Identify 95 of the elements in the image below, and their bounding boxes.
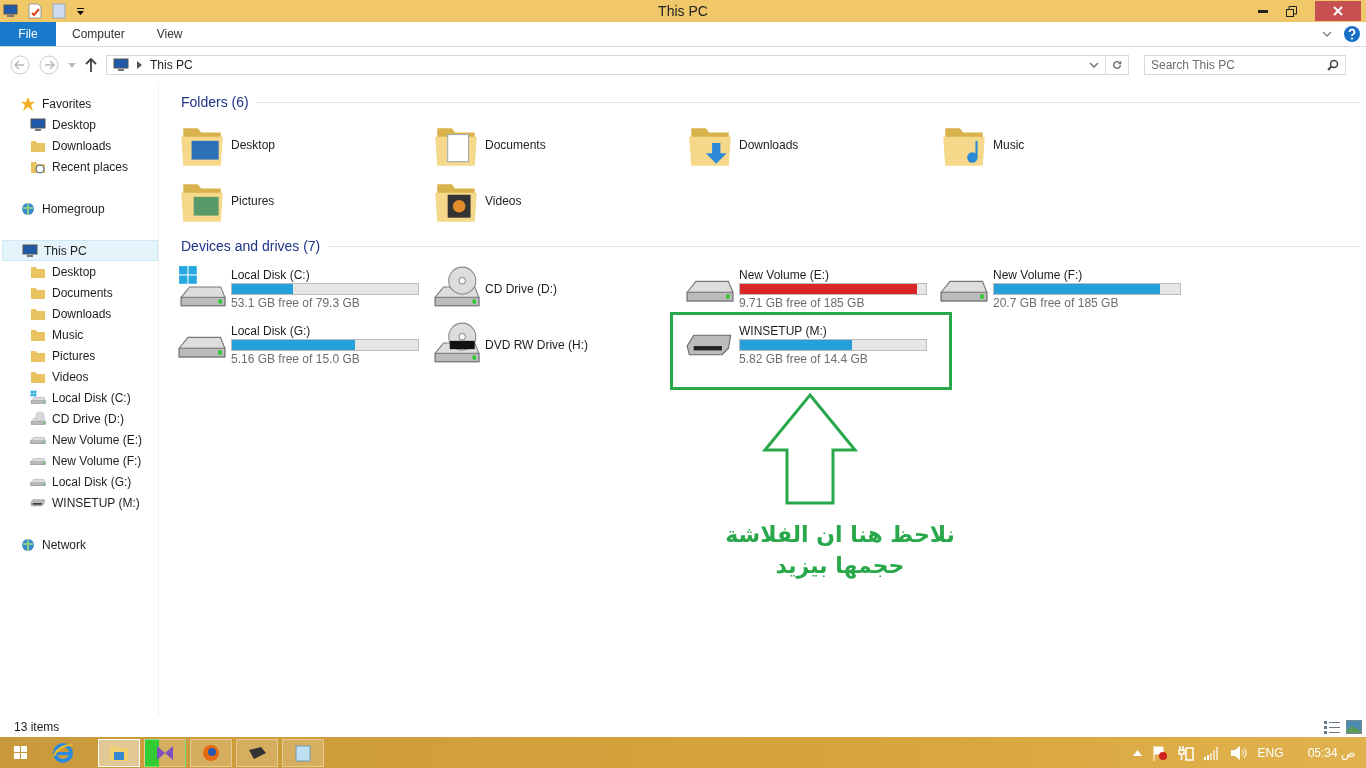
sidebar-item[interactable]: WINSETUP (M:) [0,492,158,513]
chevron-down-icon[interactable] [1322,31,1332,37]
dropdown-icon[interactable] [76,7,85,15]
signal-bars-icon[interactable] [1203,745,1220,760]
sidebar-item[interactable]: Documents [0,282,158,303]
taskbar-button[interactable] [98,738,140,767]
sidebar-item[interactable]: Downloads [0,135,158,156]
help-icon[interactable] [1344,26,1360,42]
item-count: 13 items [14,719,60,734]
search-icon [1327,59,1339,71]
window-title: This PC [657,3,709,19]
restore-icon[interactable] [1286,5,1297,17]
star-icon [20,95,36,112]
folder-label[interactable]: Downloads [739,138,799,152]
hard-drive-icon [30,477,46,486]
caret-icon[interactable] [68,62,76,68]
drive-label[interactable]: New Volume (F:) [993,268,1181,282]
sidebar-item[interactable]: Desktop [0,261,158,282]
properties-icon[interactable] [28,3,42,19]
sidebar-item[interactable]: Network [0,534,158,555]
details-view-icon[interactable] [1324,719,1340,734]
folder-label[interactable]: Music [993,138,1025,152]
ribbon-tab[interactable]: Computer [56,22,141,46]
taskbar-button[interactable] [144,738,186,767]
monitor-icon [22,242,38,259]
refresh-button[interactable] [1105,55,1129,75]
sidebar-item[interactable]: CD Drive (D:) [0,408,158,429]
taskbar-button[interactable] [190,738,232,767]
drive-label[interactable]: DVD RW Drive (H:) [485,338,589,352]
free-space-text: 20.7 GB free of 185 GB [993,296,1120,310]
ribbon-tab[interactable]: View [140,22,199,46]
file-menu-button[interactable]: File [0,22,56,46]
section-header[interactable]: Folders (6) [181,94,249,110]
sidebar-item[interactable]: Local Disk (G:) [0,471,158,492]
sidebar-item[interactable]: Downloads [0,303,158,324]
chevron-down-icon[interactable] [1089,62,1099,68]
sidebar-item[interactable]: Videos [0,366,158,387]
windows-logo-icon[interactable] [14,745,28,760]
speaker-icon[interactable] [1229,744,1248,761]
hard-drive-icon [30,435,46,444]
folder-label[interactable]: Pictures [231,194,275,208]
taskbar-button[interactable] [236,738,278,767]
sidebar-item[interactable]: Music [0,324,158,345]
drive-label[interactable]: Local Disk (G:) [231,324,419,338]
sidebar-item[interactable]: This PC [2,240,158,261]
forward-icon[interactable] [39,55,59,75]
sidebar-item[interactable]: Local Disk (C:) [0,387,158,408]
sidebar-item[interactable]: Recent places [0,156,158,177]
free-space-text: 5.16 GB free of 15.0 GB [231,352,361,366]
monitor-icon [30,116,46,133]
up-arrow-icon[interactable] [85,58,97,72]
drive-label[interactable]: WINSETUP (M:) [739,324,927,338]
sidebar-item[interactable]: New Volume (E:) [0,429,158,450]
battery-icon[interactable] [1177,744,1194,761]
annotation-text: حجمها بيزيد [775,553,905,578]
hard-drive-icon [30,456,46,465]
back-icon[interactable] [10,55,30,75]
media-player-icon [155,743,175,762]
close-icon [1333,6,1343,16]
flag-icon[interactable] [1151,744,1168,761]
folder-label[interactable]: Documents [485,138,546,152]
free-space-text: 53.1 GB free of 79.3 GB [231,296,361,310]
refresh-icon [1112,59,1122,71]
notepad-icon [295,743,311,762]
browser-e-icon[interactable] [52,741,74,764]
hard-drive-icon [30,389,46,406]
sidebar-item[interactable]: New Volume (F:) [0,450,158,471]
sidebar-item[interactable]: Homegroup [0,198,158,219]
minimize-icon[interactable] [1258,9,1268,13]
address-bar[interactable]: This PC [106,55,1106,75]
sidebar-item[interactable]: Favorites [0,93,158,114]
globe-icon [20,536,36,553]
optical-drive-icon [30,410,46,427]
computer-icon [2,3,18,19]
sidebar-item[interactable]: Desktop [0,114,158,135]
browser-icon [202,743,220,762]
globe-icon [20,200,36,217]
monitor-icon [113,57,129,73]
breadcrumb-arrow-icon [137,61,142,69]
annotation-text: نلاحظ هنا ان الفلاشة [725,522,955,547]
usb-drive-icon [30,498,46,507]
free-space-text: 9.71 GB free of 185 GB [739,296,866,310]
drive-label[interactable]: New Volume (E:) [739,268,927,282]
sidebar-item[interactable]: Pictures [0,345,158,366]
free-space-text: 5.82 GB free of 14.4 GB [739,352,869,366]
close-button[interactable] [1315,1,1361,21]
picture-view-icon[interactable] [1346,719,1362,734]
show-hidden-icons-icon[interactable] [1132,749,1142,756]
drive-label[interactable]: CD Drive (D:) [485,282,557,296]
folder-icon [109,743,129,762]
folder-label[interactable]: Desktop [231,138,276,152]
search-field[interactable]: Search This PC [1144,55,1346,75]
drive-label[interactable]: Local Disk (C:) [231,268,419,282]
folder-label[interactable]: Videos [485,194,522,208]
section-header[interactable]: Devices and drives (7) [181,238,321,254]
